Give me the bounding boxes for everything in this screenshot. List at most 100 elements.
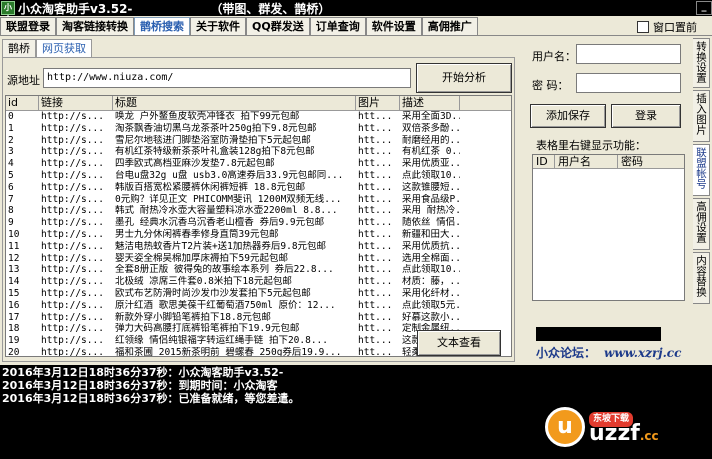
row-title: 台电u盘32g u盘 usb3.0高速券后33.9元包邮同... <box>115 169 344 181</box>
row-desc: 这款锥腰短... <box>402 181 460 193</box>
col-id[interactable]: id <box>6 96 39 110</box>
tab-link-convert[interactable]: 淘客链接转换 <box>56 17 134 35</box>
row-desc: 耐磨经用的... <box>402 134 460 146</box>
row-link: http://s... <box>41 169 104 181</box>
row-id: 13 <box>8 264 20 276</box>
table-row[interactable]: 8 http://s... 韩式 耐热冷水壶大容量塑料凉水壶2200ml 8.8..… <box>6 205 511 217</box>
result-table[interactable]: id 链接 标题 图片 描述 0 http://s... 唤龙 户外鳌鱼皮软壳冲锋衣… <box>5 95 512 357</box>
row-image: htt... <box>358 181 393 193</box>
row-image: htt... <box>358 287 393 299</box>
row-desc: 双倍茶多酚... <box>402 122 460 134</box>
log-output[interactable]: 2016年3月12日18时36分37秒：小众淘客助手v3.52- 2016年3月… <box>0 365 712 459</box>
password-input[interactable] <box>576 73 681 93</box>
tab-alliance-login[interactable]: 联盟登录 <box>0 17 56 35</box>
row-id: 1 <box>8 122 14 134</box>
tab-queqiao-search[interactable]: 鹊桥搜索 <box>134 17 190 35</box>
table-row[interactable]: 5 http://s... 台电u盘32g u盘 usb3.0高速券后33.9元包邮… <box>6 170 511 182</box>
row-id: 3 <box>8 146 14 158</box>
tab-about[interactable]: 关于软件 <box>190 17 246 35</box>
table-row[interactable]: 0 http://s... 唤龙 户外鳌鱼皮软壳冲锋衣 拍下99元包邮 htt... 采… <box>6 111 511 123</box>
row-title: 欧式布艺防滑时尚沙发巾沙发套拍下5元起包邮 <box>115 287 311 299</box>
row-desc: 材质：藤，... <box>402 276 460 288</box>
side-tab-commission-settings[interactable]: 高佣设置 <box>693 198 710 250</box>
table-row[interactable]: 15 http://s... 欧式布艺防滑时尚沙发巾沙发套拍下5元起包邮 htt...… <box>6 288 511 300</box>
tab-order-query[interactable]: 订单查询 <box>309 17 366 35</box>
col-acct-id[interactable]: ID <box>533 155 555 168</box>
row-image: htt... <box>358 311 393 323</box>
main-panel: 鹊桥 网页获取 源地址 http://www.niuza.com/ 开始分析 i… <box>0 35 712 365</box>
row-desc: 采用化纤材... <box>402 287 460 299</box>
source-url-input[interactable]: http://www.niuza.com/ <box>43 68 411 88</box>
minimize-button[interactable]: _ <box>696 1 712 15</box>
window-top-option[interactable]: 窗口置前 <box>637 19 697 35</box>
text-view-button[interactable]: 文本查看 <box>417 330 501 356</box>
row-link: http://s... <box>41 346 104 357</box>
table-row[interactable]: 11 http://s... 魅洁电热蚊香片T2片装+送1加热器券后9.8元包邮 ht… <box>6 241 511 253</box>
row-image: htt... <box>358 335 393 347</box>
row-id: 20 <box>8 346 20 357</box>
table-row[interactable]: 2 http://s... 雪尼尔地毯进门脚垫浴室防滑垫拍下5元起包邮 htt... 耐… <box>6 135 511 147</box>
side-tab-alliance-account-label: 联盟帐号 <box>695 147 707 189</box>
table-row[interactable]: 6 http://s... 韩版百搭宽松紧腰裤休闲裤短裤 18.8元包邮 htt...… <box>6 182 511 194</box>
table-row[interactable]: 7 http://s... 0元购？详见正文 PHICOMM斐讯 1200M双频无线… <box>6 194 511 206</box>
tab-qq-group-send[interactable]: QQ群发送 <box>246 17 310 35</box>
log-time: 2016年3月12日18时36分37秒： <box>2 366 179 379</box>
row-desc: 采用 耐热冷... <box>402 205 460 217</box>
row-link: http://s... <box>41 252 104 264</box>
row-desc: 新疆和田大... <box>402 228 460 240</box>
row-desc: 随依丝 情侣... <box>402 217 460 229</box>
col-image[interactable]: 图片 <box>356 96 400 110</box>
window-top-checkbox[interactable] <box>637 21 649 33</box>
row-link: http://s... <box>41 335 104 347</box>
col-link[interactable]: 链接 <box>39 96 113 110</box>
side-tab-insert-image[interactable]: 插入图片 <box>693 90 710 142</box>
table-row[interactable]: 9 http://s... 墨孔 经典水沉香乌沉香老山檀香 券后9.9元包邮 htt.… <box>6 217 511 229</box>
col-title[interactable]: 标题 <box>113 96 356 110</box>
row-link: http://s... <box>41 287 104 299</box>
row-id: 10 <box>8 228 20 240</box>
log-line: 2016年3月12日18时36分37秒：小众淘客助手v3.52- <box>2 366 710 379</box>
table-row[interactable]: 16 http://s... 原汁红酒 歌思美葆干红葡萄酒750ml 原价：12..… <box>6 300 511 312</box>
table-row[interactable]: 1 http://s... 淘茶飘香油切黑乌龙茶茶叶250g拍下9.8元包邮 htt.… <box>6 123 511 135</box>
account-table[interactable]: ID 用户名 密码 <box>532 154 685 301</box>
row-title: 韩式 耐热冷水壶大容量塑料凉水壶2200ml 8.8... <box>115 205 338 217</box>
table-row[interactable]: 4 http://s... 四季欧式高档亚麻沙发垫7.8元起包邮 htt... 采用优质… <box>6 158 511 170</box>
tab-settings[interactable]: 软件设置 <box>365 17 422 35</box>
window-subtitle: （带图、群发、鹊桥） <box>210 1 331 16</box>
add-save-button[interactable]: 添加保存 <box>530 104 606 128</box>
table-row[interactable]: 13 http://s... 全套8册正版 彼得兔的故事绘本系列 券后22.8...… <box>6 264 511 276</box>
col-acct-username[interactable]: 用户名 <box>555 155 618 168</box>
side-tab-convert-settings[interactable]: 转换设置 <box>693 38 710 88</box>
col-desc[interactable]: 描述 <box>400 96 460 110</box>
login-button[interactable]: 登录 <box>611 104 681 128</box>
subtab-web-fetch[interactable]: 网页获取 <box>36 39 92 57</box>
row-id: 9 <box>8 217 14 229</box>
table-row[interactable]: 10 http://s... 男士九分休闲裤春季修身直筒39元包邮 htt... 新疆和… <box>6 229 511 241</box>
start-analyze-button[interactable]: 开始分析 <box>416 63 512 93</box>
side-tab-content-replace[interactable]: 内容替换 <box>693 252 710 304</box>
row-title: 墨孔 经典水沉香乌沉香老山檀香 券后9.9元包邮 <box>115 217 325 229</box>
table-row[interactable]: 14 http://s... 北极绒 凉席三件套0.8米拍下18元起包邮 htt...… <box>6 276 511 288</box>
row-image: htt... <box>358 158 393 170</box>
window-title: 小众淘客助手v3.52- <box>18 1 133 16</box>
table-row[interactable]: 17 http://s... 新款外穿小脚铅笔裤拍下18.8元包邮 htt... 好慕这… <box>6 312 511 324</box>
username-input[interactable] <box>576 44 681 64</box>
row-desc: 点此领取10... <box>402 169 460 181</box>
tab-high-commission[interactable]: 高佣推广 <box>421 17 478 35</box>
subtab-queqiao[interactable]: 鹊桥 <box>2 39 36 57</box>
source-url-label: 源地址 <box>7 74 40 87</box>
table-row[interactable]: 12 http://s... 婴天姿全棉吴棉加厚床褥拍下59元起包邮 htt... 选用… <box>6 253 511 265</box>
watermark-u-icon: u <box>545 407 585 447</box>
col-acct-password[interactable]: 密码 <box>618 155 684 168</box>
row-id: 12 <box>8 252 20 264</box>
row-link: http://s... <box>41 323 104 335</box>
table-row[interactable]: 3 http://s... 有机红茶特级新茶茶叶礼盒装128g拍下8元包邮 htt..… <box>6 146 511 158</box>
row-desc: 点此领取10... <box>402 264 460 276</box>
side-tab-bar: 转换设置 插入图片 联盟帐号 高佣设置 内容替换 <box>693 38 710 306</box>
side-tab-alliance-account[interactable]: 联盟帐号 <box>693 144 710 196</box>
forum-link[interactable]: www.xzrj.cc <box>604 346 681 360</box>
row-image: htt... <box>358 134 393 146</box>
row-link: http://s... <box>41 217 104 229</box>
row-image: htt... <box>358 276 393 288</box>
row-title: 红领缘 情侣纯银福字转运红绳手链 拍下20.8... <box>115 335 328 347</box>
